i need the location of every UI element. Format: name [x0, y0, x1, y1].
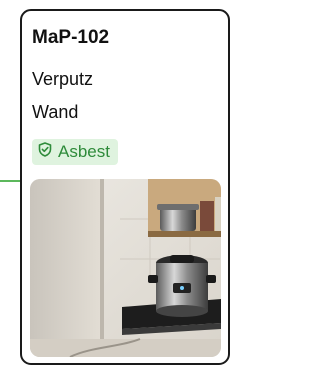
sample-card[interactable]: MaP-102 Verputz Wand Asbest — [20, 9, 230, 365]
sample-photo[interactable] — [30, 179, 221, 357]
asbestos-badge: Asbest — [32, 139, 118, 165]
shield-check-icon — [38, 142, 52, 162]
badge-label: Asbest — [58, 142, 110, 161]
sample-title: MaP-102 — [32, 27, 110, 48]
sample-card-stage: MaP-102 Verputz Wand Asbest — [0, 0, 240, 372]
location-label: Wand — [32, 102, 79, 122]
material-label: Verputz — [32, 69, 94, 89]
connector-line — [0, 180, 22, 182]
